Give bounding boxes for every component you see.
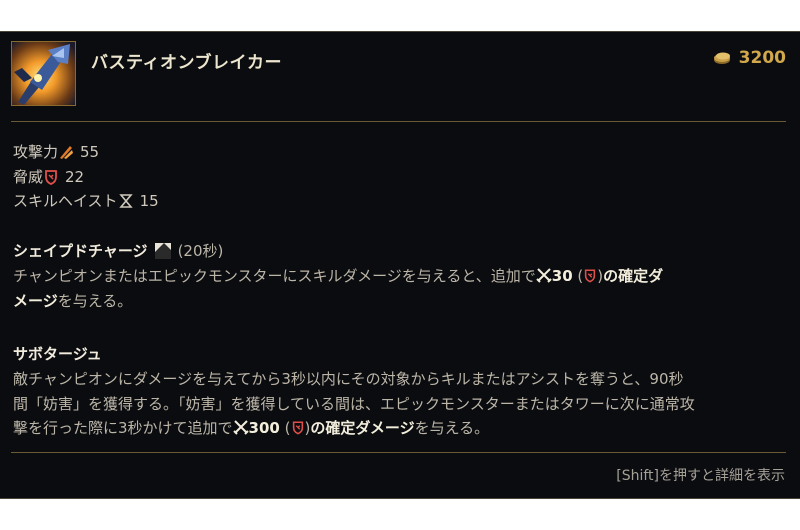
lethality-icon [45,169,57,185]
bonus-damage-value: 30 [551,267,573,285]
damage-type: の確定ダ [603,267,664,285]
damage-type: の確定ダメージ [310,419,415,437]
stat-attack-damage: 攻撃力 55 [13,140,159,165]
gold-coins-icon [713,52,730,64]
stats-list: 攻撃力 55 脅威 22 スキルヘイスト 15 [13,140,159,214]
crossed-swords-icon [232,420,249,435]
stat-value: 55 [80,143,100,161]
ability-haste-icon [118,194,133,209]
passive-shaped-charge-header: シェイプドチャージ (20秒) [13,240,223,261]
passive-sabotage-header: サボタージュ [13,343,102,364]
lethality-icon [585,269,596,283]
stat-value: 15 [139,192,159,210]
desc-text: 撃を行った際に3秒かけて追加で [13,419,233,437]
item-cost: 3200 [713,48,786,68]
desc-line: 敵チャンピオンにダメージを与えてから3秒以内にその対象からキルまたはアシストを奪… [13,370,684,388]
damage-type-cont: メージ [13,291,58,310]
passive-sabotage-description: 敵チャンピオンにダメージを与えてから3秒以内にその対象からキルまたはアシストを奪… [13,367,789,441]
passive-name: サボタージュ [13,345,102,363]
stat-lethality: 脅威 22 [13,165,159,190]
shift-hint: [Shift]を押すと詳細を表示 [616,468,785,484]
stat-label: 攻撃力 [13,143,59,161]
stat-label: スキルヘイスト [13,192,118,210]
desc-text: チャンピオンまたはエピックモンスターにスキルダメージを与えると、追加で [13,267,536,285]
item-tooltip: バスティオンブレイカー 3200 攻撃力 55 脅威 22 スキルヘイスト 15… [0,31,800,499]
stat-label: 脅威 [13,167,44,186]
cost-value: 3200 [738,48,786,68]
bonus-damage-value: 300 [248,419,280,437]
lethality-icon [292,421,303,435]
item-name: バスティオンブレイカー [91,53,282,73]
desc-text: を与える。 [414,419,490,437]
desc-text: を与える。 [57,291,133,310]
passive-name: シェイプドチャージ [13,242,148,260]
desc-line: 間「妨害」を獲得する。「妨害」を獲得している間は、エピックモンスターまたはタワー… [13,394,695,413]
shaped-charge-icon [154,242,171,259]
stat-ability-haste: スキルヘイスト 15 [13,189,159,214]
passive-cooldown: (20秒) [177,242,224,260]
header-divider [11,121,786,122]
crossed-swords-icon [536,268,552,283]
passive-shaped-charge-description: チャンピオンまたはエピックモンスターにスキルダメージを与えると、追加で 30 ()… [13,264,789,313]
bastionbreaker-item-icon [11,41,76,106]
footer-divider [11,452,786,453]
stat-value: 22 [65,167,85,186]
attack-damage-icon [60,146,74,160]
